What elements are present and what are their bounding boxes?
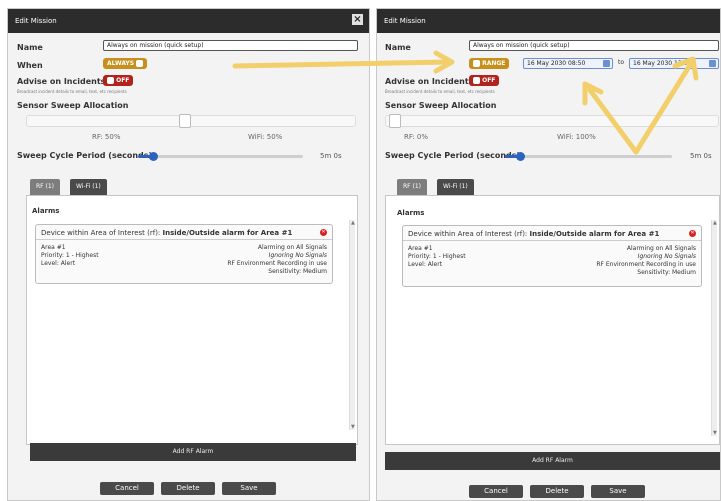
sweep-slider[interactable] [385, 114, 719, 128]
close-icon[interactable]: × [352, 14, 363, 25]
date-from-input[interactable]: 16 May 2030 08:50 [523, 58, 613, 69]
scroll-up-icon[interactable]: ▲ [713, 220, 717, 226]
sweep-label: Sensor Sweep Allocation [385, 101, 497, 110]
scroll-down-icon[interactable]: ▼ [713, 430, 717, 436]
advise-toggle-label: OFF [116, 77, 130, 84]
alarm-card[interactable]: Device within Area of Interest (rf): Ins… [402, 225, 702, 287]
alarm-header-text: Device within Area of Interest (rf): [408, 230, 530, 238]
alarm-signals: Alarming on All Signals [257, 244, 327, 251]
date-from-value: 16 May 2030 08:50 [527, 60, 586, 67]
save-button[interactable]: Save [222, 482, 276, 495]
alarm-priority: Priority: 1 - Highest [41, 252, 99, 259]
calendar-icon[interactable] [603, 60, 610, 67]
scroll-down-icon[interactable]: ▼ [351, 424, 355, 430]
sweep-label: Sensor Sweep Allocation [17, 101, 129, 110]
alarms-box: Alarms Device within Area of Interest (r… [385, 195, 720, 445]
calendar-icon[interactable] [709, 60, 716, 67]
save-button[interactable]: Save [591, 485, 645, 498]
alarms-title: Alarms [32, 207, 60, 215]
wifi-allocation: WiFi: 50% [248, 133, 283, 141]
advise-label: Advise on Incidents [17, 77, 106, 86]
sweep-slider-thumb[interactable] [179, 114, 191, 128]
alarm-priority: Priority: 1 - Highest [408, 253, 466, 260]
alarm-recording: RF Environment Recording in use [227, 260, 327, 267]
alarm-signals: Alarming on All Signals [626, 245, 696, 252]
cancel-button[interactable]: Cancel [100, 482, 154, 495]
tab-rf[interactable]: RF (1) [397, 179, 428, 195]
name-label: Name [17, 43, 43, 52]
add-rf-alarm-button[interactable]: Add RF Alarm [30, 443, 356, 461]
delete-button[interactable]: Delete [161, 482, 215, 495]
name-label: Name [385, 43, 411, 52]
cycle-label: Sweep Cycle Period (seconds) [17, 151, 153, 160]
cycle-value: 5m 0s [690, 152, 712, 160]
cycle-value: 5m 0s [320, 152, 342, 160]
cycle-slider-thumb[interactable] [148, 152, 158, 161]
remove-alarm-icon[interactable]: ✕ [689, 230, 696, 237]
when-toggle[interactable]: ALWAYS [103, 58, 148, 69]
alarm-header-name: Inside/Outside alarm for Area #1 [162, 229, 293, 237]
alarm-ignoring: Ignoring No Signals [268, 252, 327, 259]
advise-label: Advise on Incidents [385, 77, 474, 86]
when-label: When [17, 61, 43, 70]
alarm-recording: RF Environment Recording in use [596, 261, 696, 268]
sweep-slider[interactable] [26, 114, 356, 128]
alarm-card[interactable]: Device within Area of Interest (rf): Ins… [35, 224, 333, 284]
advise-toggle[interactable]: OFF [469, 75, 500, 86]
tab-rf[interactable]: RF (1) [30, 179, 61, 195]
add-rf-alarm-button[interactable]: Add RF Alarm [385, 452, 720, 470]
toggle-knob [473, 77, 480, 84]
advise-sublabel: Broadcast incident details to email, tex… [385, 89, 495, 94]
alarm-level: Level: Alert [41, 260, 76, 267]
edit-mission-dialog-left: Edit Mission × Name Always on mission (q… [7, 8, 370, 501]
alarm-header-text: Device within Area of Interest (rf): [41, 229, 163, 237]
cycle-slider[interactable] [505, 152, 672, 161]
alarm-sensitivity: Sensitivity: Medium [268, 268, 327, 275]
alarm-area: Area #1 [408, 245, 433, 252]
alarms-scrollbar[interactable]: ▲ ▼ [349, 220, 355, 430]
dialog-titlebar: Edit Mission [377, 9, 720, 33]
cancel-button[interactable]: Cancel [469, 485, 523, 498]
date-to-input[interactable]: 16 May 2030 13:04 [629, 58, 719, 69]
date-to-value: 16 May 2030 13:04 [633, 60, 692, 67]
sweep-slider-thumb[interactable] [389, 114, 401, 128]
advise-toggle[interactable]: OFF [103, 75, 134, 86]
cycle-slider-thumb[interactable] [516, 152, 526, 161]
date-to-label: to [618, 59, 625, 66]
name-input[interactable]: Always on mission (quick setup) [103, 40, 358, 51]
tab-wifi[interactable]: Wi-Fi (1) [437, 179, 474, 195]
alarm-ignoring: Ignoring No Signals [637, 253, 696, 260]
toggle-knob [136, 60, 144, 67]
when-toggle-label: ALWAYS [107, 60, 135, 67]
toggle-knob [107, 77, 114, 84]
delete-button[interactable]: Delete [530, 485, 584, 498]
alarm-level: Level: Alert [408, 261, 443, 268]
when-toggle[interactable]: RANGE [469, 58, 510, 69]
alarm-sensitivity: Sensitivity: Medium [637, 269, 696, 276]
cycle-slider[interactable] [138, 152, 303, 161]
dialog-titlebar: Edit Mission × [8, 9, 369, 33]
alarm-header-name: Inside/Outside alarm for Area #1 [529, 230, 660, 238]
wifi-allocation: WiFi: 100% [557, 133, 596, 141]
dialog-title: Edit Mission [15, 17, 57, 25]
advise-toggle-label: OFF [482, 77, 496, 84]
when-toggle-label: RANGE [482, 60, 506, 67]
alarms-title: Alarms [397, 209, 425, 217]
name-input[interactable]: Always on mission (quick setup) [469, 40, 719, 51]
alarm-card-header: Device within Area of Interest (rf): Ins… [36, 225, 332, 240]
edit-mission-dialog-right: Edit Mission Name Always on mission (qui… [376, 8, 721, 501]
scroll-up-icon[interactable]: ▲ [351, 220, 355, 226]
alarms-box: Alarms Device within Area of Interest (r… [26, 195, 358, 445]
rf-allocation: RF: 0% [404, 133, 429, 141]
rf-allocation: RF: 50% [92, 133, 121, 141]
cycle-label: Sweep Cycle Period (seconds) [385, 151, 521, 160]
dialog-title: Edit Mission [384, 17, 426, 25]
alarms-scrollbar[interactable]: ▲ ▼ [711, 220, 717, 436]
alarm-area: Area #1 [41, 244, 66, 251]
remove-alarm-icon[interactable]: ✕ [320, 229, 327, 236]
toggle-knob [473, 60, 480, 67]
advise-sublabel: Broadcast incident details to email, tex… [17, 89, 127, 94]
alarm-card-header: Device within Area of Interest (rf): Ins… [403, 226, 701, 241]
tab-wifi[interactable]: Wi-Fi (1) [70, 179, 107, 195]
